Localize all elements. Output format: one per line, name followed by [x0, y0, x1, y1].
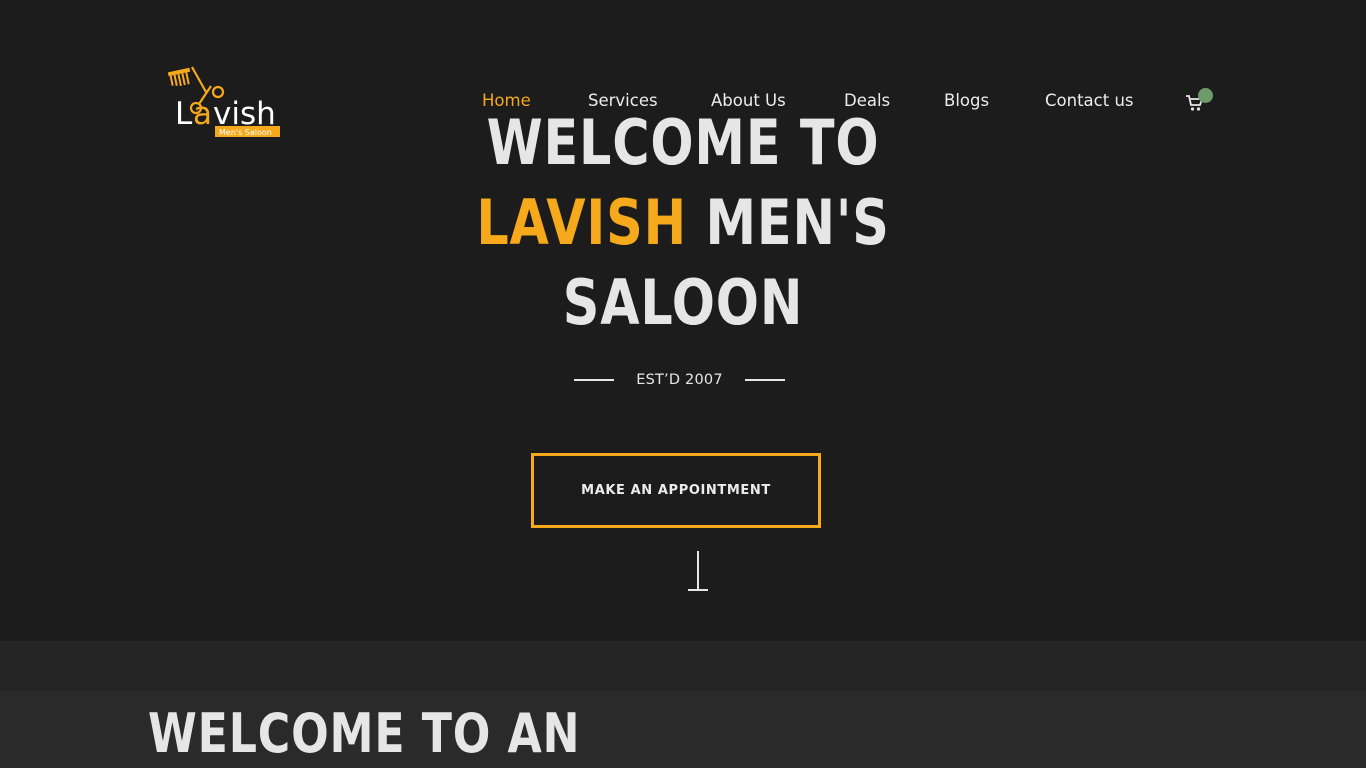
page: L a vish Men's Saloon Home Services Abou… — [0, 0, 1366, 768]
nav-item-blogs[interactable]: Blogs — [944, 90, 989, 112]
divider-line-right — [745, 379, 785, 381]
scroll-down-base — [688, 589, 708, 591]
hero-title-line2: MEN'S — [686, 186, 890, 259]
hero-title-accent: LAVISH — [476, 186, 687, 259]
cart-count-badge — [1198, 88, 1213, 103]
hero-title-line1: WELCOME TO — [486, 106, 880, 179]
hero-title: WELCOME TO LAVISH MEN'S SALOON — [437, 103, 929, 343]
section-separator — [0, 641, 1366, 691]
hero-section: L a vish Men's Saloon Home Services Abou… — [0, 0, 1366, 641]
svg-text:Men's Saloon: Men's Saloon — [219, 128, 272, 137]
scroll-down-line — [697, 551, 699, 590]
intro-section: WELCOME TO AN — [0, 691, 1366, 768]
hero-title-line3: SALOON — [562, 266, 804, 339]
intro-title: WELCOME TO AN — [148, 702, 581, 765]
scroll-down-icon[interactable] — [688, 551, 708, 591]
established-divider: EST’D 2007 — [574, 369, 785, 391]
make-appointment-button[interactable]: MAKE AN APPOINTMENT — [531, 453, 821, 528]
nav-item-contact-us[interactable]: Contact us — [1045, 90, 1134, 112]
